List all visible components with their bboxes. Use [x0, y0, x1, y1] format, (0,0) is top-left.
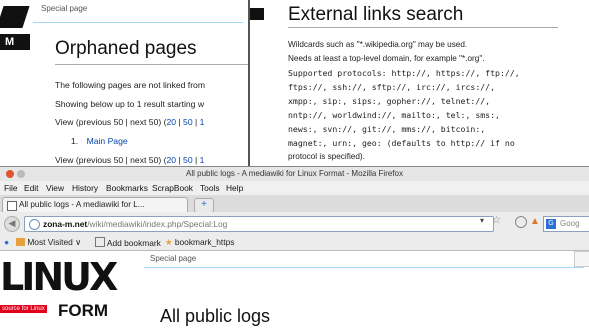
home-icon[interactable]: ▲: [530, 216, 540, 227]
page-icon: [95, 237, 105, 247]
help-line: news:, svn://, git://, mms://, bitcoin:,: [288, 124, 486, 134]
scrollbar[interactable]: [574, 251, 589, 267]
orphaned-pages-content: Special page Orphaned pages The followin…: [33, 0, 250, 166]
page-title: External links search: [288, 4, 464, 25]
limit-50-link[interactable]: 50: [183, 155, 193, 165]
tab-strip: All public logs - A mediawiki for L... +: [0, 195, 589, 213]
page-favicon-icon: [7, 201, 17, 211]
menu-help[interactable]: Help: [226, 183, 243, 193]
help-line: nntp://, worldwind://, mailto:, tel:, sm…: [288, 110, 500, 120]
pagination-separator: |: [192, 117, 200, 127]
page-title: All public logs: [160, 306, 271, 326]
pagination-label: View (previous 50 | next 50) (: [55, 155, 167, 165]
help-line: Wildcards such as "*.wikipedia.org" may …: [288, 40, 468, 49]
result-item: 1. Main Page: [71, 136, 128, 146]
limit-20-link[interactable]: 20: [166, 117, 176, 127]
help-line: ftps://, ssh://, sftp://, irc://, ircs:/…: [288, 82, 496, 92]
pagination-bottom: View (previous 50 | next 50) (20 | 50 | …: [55, 155, 204, 165]
help-line: protocol is specified).: [288, 152, 365, 161]
menu-bookmarks[interactable]: Bookmarks: [106, 183, 148, 193]
result-number: 1.: [71, 136, 79, 146]
special-page-tab[interactable]: Special page: [144, 251, 584, 268]
pagination-label: View (previous 50 | next 50) (: [55, 117, 167, 127]
bookmarks-toolbar: ● Most Visited ∨ Add bookmark ★ bookmark…: [0, 234, 589, 251]
tab-all-public-logs[interactable]: All public logs - A mediawiki for L...: [2, 197, 188, 213]
special-page-tab-label: Special page: [41, 4, 88, 13]
bookmark-add[interactable]: Add bookmark: [95, 237, 161, 248]
linux-format-logo: M: [0, 0, 32, 70]
main-page-link[interactable]: Main Page: [87, 136, 128, 146]
url-text: zona-m.net/wiki/mediawiki/index.php/Spec…: [43, 219, 227, 229]
limit-100-link[interactable]: 1: [200, 155, 205, 165]
menu-bar: File Edit View History Bookmarks ScrapBo…: [0, 181, 589, 195]
folder-icon: [16, 238, 25, 246]
menu-view[interactable]: View: [46, 183, 64, 193]
external-links-window: External links search Wildcards such as …: [248, 0, 589, 166]
help-line: xmpp:, sip:, sips:, gopher://, telnet://…: [288, 96, 491, 106]
logo-word: FORM: [58, 301, 109, 320]
star-icon: ★: [165, 237, 173, 247]
url-bar[interactable]: zona-m.net/wiki/mediawiki/index.php/Spec…: [24, 216, 494, 232]
showing-text: Showing below up to 1 result starting w: [55, 99, 205, 109]
bookmark-star-icon[interactable]: ☆: [492, 215, 501, 226]
limit-20-link[interactable]: 20: [166, 155, 176, 165]
limit-50-link[interactable]: 50: [183, 117, 193, 127]
linux-format-logo: LINUX source for Linux FORM: [0, 251, 127, 328]
firefox-window: All public logs - A mediawiki for Linux …: [0, 166, 589, 328]
bookmark-label: bookmark_https: [174, 237, 235, 247]
page-title: Orphaned pages: [55, 38, 197, 59]
firefox-icon: ●: [4, 237, 10, 247]
logo-letters: LINUX: [0, 255, 118, 299]
url-history-dropdown-icon[interactable]: ▾: [480, 216, 484, 225]
special-page-tab-label: Special page: [150, 254, 197, 263]
back-button[interactable]: ◀: [4, 216, 20, 232]
toolbar-icons: ▲: [515, 216, 575, 230]
linux-format-logo: [250, 0, 264, 166]
pagination-separator: |: [176, 155, 184, 165]
new-tab-button[interactable]: +: [194, 198, 214, 213]
help-line: Supported protocols: http://, https://, …: [288, 68, 520, 78]
url-domain: zona-m.net: [43, 219, 88, 229]
bookmark-most-visited[interactable]: Most Visited ∨: [16, 237, 81, 247]
tab-label: All public logs - A mediawiki for L...: [19, 200, 145, 209]
help-line: Needs at least a top-level domain, for e…: [288, 54, 485, 63]
bookmark-label: Add bookmark: [106, 238, 161, 248]
reload-icon[interactable]: [515, 216, 527, 228]
special-page-tab[interactable]: Special page: [33, 0, 243, 23]
pagination-separator: |: [192, 155, 200, 165]
menu-tools[interactable]: Tools: [200, 183, 220, 193]
bookmark-label: Most Visited: [27, 237, 73, 247]
title-divider: [55, 64, 250, 65]
site-identity-icon[interactable]: [29, 219, 40, 230]
menu-edit[interactable]: Edit: [24, 183, 38, 193]
menu-file[interactable]: File: [4, 183, 18, 193]
pagination-top: View (previous 50 | next 50) (20 | 50 | …: [55, 117, 204, 127]
menu-scrapbook[interactable]: ScrapBook: [152, 183, 193, 193]
title-divider: [288, 27, 558, 28]
limit-100-link[interactable]: 1: [200, 117, 205, 127]
intro-text: The following pages are not linked from: [55, 80, 205, 90]
bookmark-https[interactable]: ★ bookmark_https: [165, 237, 234, 247]
window-titlebar[interactable]: All public logs - A mediawiki for Linux …: [0, 167, 589, 181]
menu-history[interactable]: History: [72, 183, 98, 193]
window-title: All public logs - A mediawiki for Linux …: [186, 169, 403, 178]
pagination-separator: |: [176, 117, 184, 127]
help-line: magnet:, urn:, geo: (defaults to http://…: [288, 138, 515, 148]
page-viewport: LINUX source for Linux FORM Special page…: [0, 251, 589, 328]
logo-tagline: source for Linux: [0, 305, 47, 313]
url-path: /wiki/mediawiki/index.php/Special:Log: [87, 219, 228, 229]
